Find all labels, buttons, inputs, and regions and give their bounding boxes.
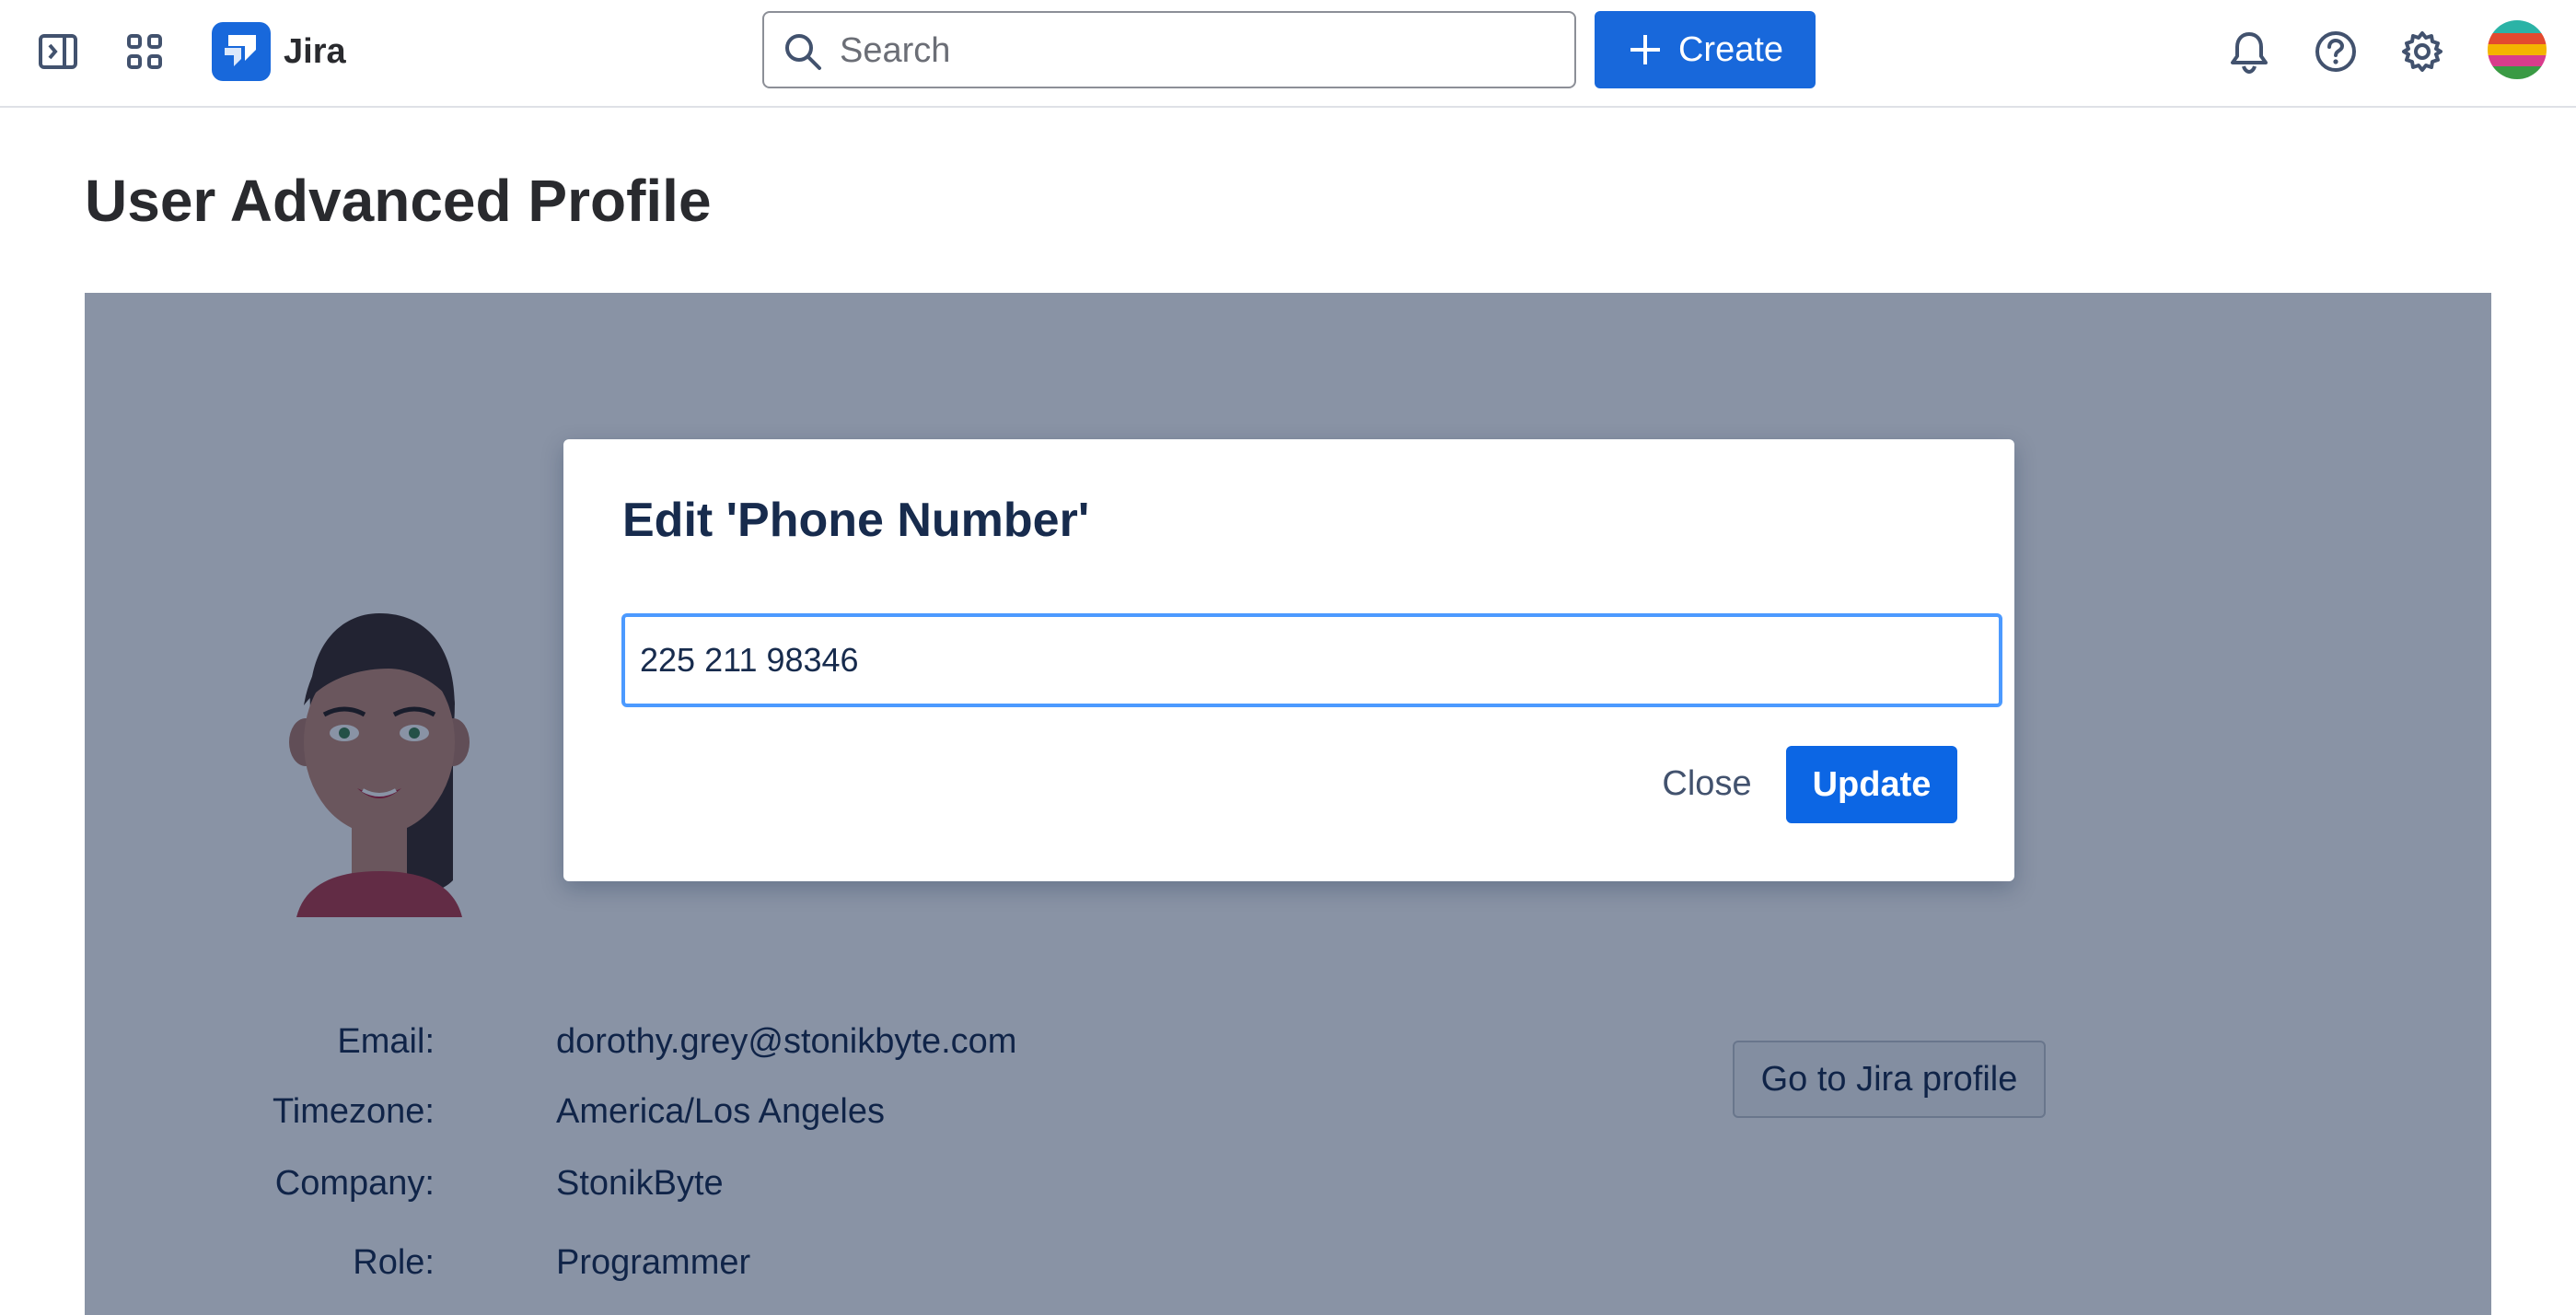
close-button[interactable]: Close <box>1642 745 1771 822</box>
edit-phone-number-dialog: Edit 'Phone Number' Close Update <box>563 439 2014 881</box>
jira-logo-icon[interactable] <box>212 22 271 81</box>
search-box[interactable] <box>762 11 1576 88</box>
create-button-label: Create <box>1677 29 1784 69</box>
create-button[interactable]: Create <box>1595 11 1816 88</box>
search-input[interactable] <box>838 22 1560 79</box>
plus-icon <box>1630 35 1660 64</box>
user-avatar[interactable] <box>2488 20 2547 79</box>
page-title: User Advanced Profile <box>85 168 712 234</box>
dialog-title: Edit 'Phone Number' <box>622 494 1090 547</box>
top-navigation-bar: Jira Create <box>0 0 2576 108</box>
sidebar-toggle-icon[interactable] <box>28 24 88 79</box>
app-switcher-icon[interactable] <box>114 24 175 79</box>
settings-gear-icon[interactable] <box>2392 24 2453 79</box>
notifications-bell-icon[interactable] <box>2219 24 2280 79</box>
phone-number-input[interactable] <box>621 613 2002 707</box>
help-icon[interactable] <box>2305 24 2366 79</box>
search-icon <box>785 34 821 70</box>
update-button[interactable]: Update <box>1786 746 1957 823</box>
app-name[interactable]: Jira <box>284 28 346 76</box>
